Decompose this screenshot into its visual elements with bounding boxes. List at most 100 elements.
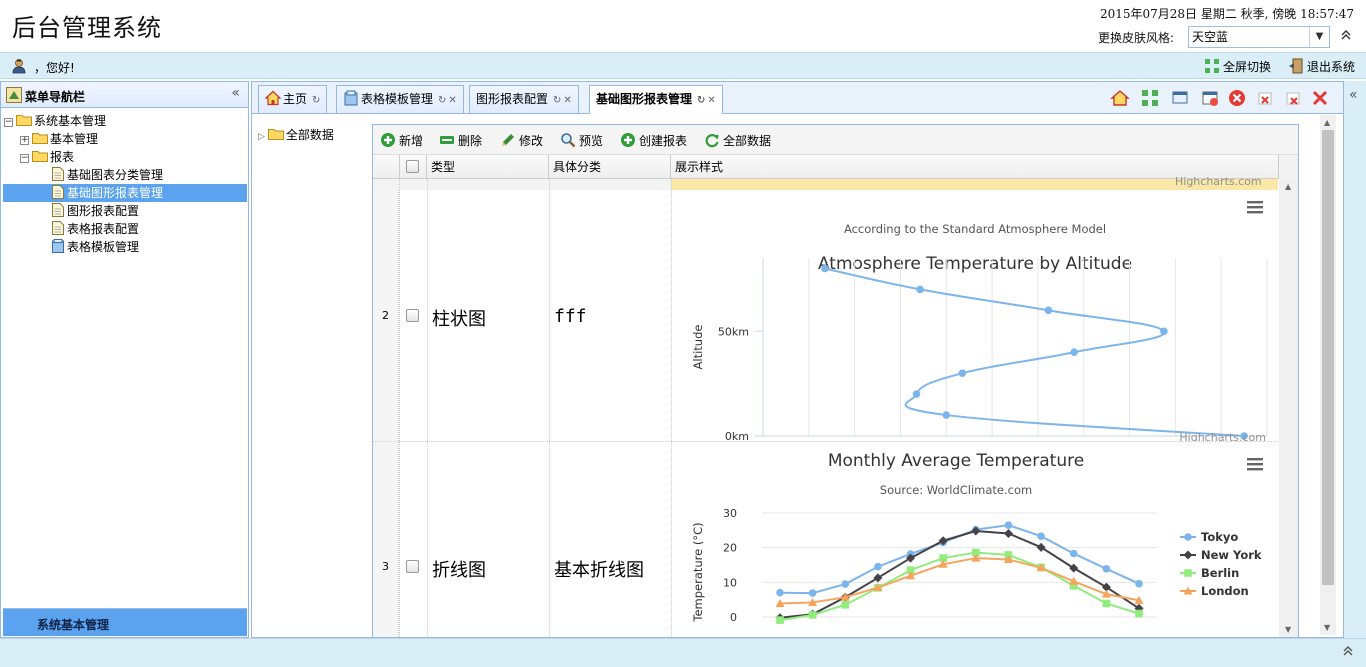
preview-button[interactable]: 预览 bbox=[560, 132, 603, 149]
fullscreen-button[interactable]: 全屏切换 bbox=[1204, 58, 1271, 75]
tab-chart-config[interactable]: 图形报表配置 ↻ ✕ bbox=[469, 85, 579, 113]
close-all-icon[interactable] bbox=[1310, 88, 1330, 108]
logout-label: 退出系统 bbox=[1307, 60, 1356, 74]
refresh-icon[interactable]: ↻ bbox=[312, 95, 320, 106]
tree-item-system[interactable]: − 系统基本管理 bbox=[4, 112, 106, 130]
expand-arrow-icon[interactable]: ▷ bbox=[258, 132, 265, 142]
menu-icon bbox=[6, 87, 22, 103]
y-tick-label: 10 bbox=[723, 576, 737, 589]
chart-title: Atmosphere Temperature by Altitude bbox=[818, 254, 1132, 274]
chart-subtitle: According to the Standard Atmosphere Mod… bbox=[844, 222, 1106, 236]
row-number: 2 bbox=[373, 190, 399, 441]
y-tick-label: 30 bbox=[723, 507, 737, 520]
scroll-down-arrow-icon[interactable]: ▼ bbox=[1285, 625, 1291, 634]
expand-toggle-icon[interactable]: + bbox=[20, 136, 29, 145]
page-scrollbar[interactable]: ▲ ▼ bbox=[1320, 115, 1336, 635]
collapse-header-button[interactable] bbox=[1340, 29, 1352, 44]
hamburger-menu-icon bbox=[1247, 458, 1263, 461]
document-icon bbox=[52, 221, 64, 235]
legend-label: Berlin bbox=[1201, 566, 1239, 580]
scrollbar-thumb[interactable] bbox=[1322, 130, 1334, 585]
datetime-display: 2015年07月28日 星期二 秋季, 傍晚 18:57:47 bbox=[1099, 7, 1354, 21]
data-tree-root[interactable]: ▷ 全部数据 bbox=[258, 126, 334, 143]
collapse-right-icon[interactable]: « bbox=[1349, 87, 1358, 103]
tree-item-table-template[interactable]: 表格模板管理 bbox=[52, 238, 139, 256]
data-point bbox=[1003, 528, 1013, 538]
collapse-left-button[interactable]: « bbox=[231, 85, 240, 101]
refresh-icon[interactable]: ↻ bbox=[438, 95, 446, 106]
tree-item-label: 表格模板管理 bbox=[67, 240, 140, 254]
expand-up-icon[interactable] bbox=[1342, 645, 1354, 661]
grid-scrollbar[interactable]: ▲ ▼ bbox=[1279, 179, 1298, 637]
scroll-down-arrow-icon[interactable]: ▼ bbox=[1324, 623, 1330, 632]
edit-button[interactable]: 修改 bbox=[500, 132, 543, 149]
tab-label: 基础图形报表管理 bbox=[596, 92, 693, 106]
series-line bbox=[824, 267, 1245, 437]
row-checkbox[interactable] bbox=[406, 309, 419, 322]
folder-icon bbox=[267, 129, 284, 140]
data-point bbox=[808, 611, 817, 619]
tree-item-chart-category[interactable]: 基础图表分类管理 bbox=[52, 166, 163, 184]
refresh-icon[interactable]: ↻ bbox=[697, 95, 705, 106]
skin-select[interactable]: 天空蓝 ▼ bbox=[1188, 26, 1330, 48]
accordion-system-basic[interactable]: 系统基本管理 bbox=[3, 608, 247, 636]
pencil-icon bbox=[502, 134, 514, 146]
close-circle-icon[interactable] bbox=[1227, 88, 1247, 108]
grid-view-icon[interactable] bbox=[1140, 88, 1160, 108]
user-icon bbox=[12, 59, 26, 74]
tree-item-report[interactable]: − 报表 bbox=[20, 148, 74, 166]
delete-button[interactable]: 删除 bbox=[439, 132, 482, 149]
data-point bbox=[1102, 565, 1111, 573]
close-icon[interactable]: ✕ bbox=[707, 95, 715, 106]
select-all-checkbox[interactable] bbox=[406, 160, 419, 173]
data-point bbox=[1004, 521, 1013, 529]
folder-open-icon bbox=[16, 115, 32, 126]
highcharts-credit: Highcharts.com bbox=[1175, 175, 1262, 188]
header-category[interactable]: 具体分类 bbox=[549, 155, 671, 179]
tree-item-table-config[interactable]: 表格报表配置 bbox=[52, 220, 139, 238]
cell-type: 柱状图 bbox=[432, 309, 486, 330]
logout-button[interactable]: 退出系统 bbox=[1288, 58, 1355, 75]
collapse-toggle-icon[interactable]: − bbox=[20, 154, 29, 163]
header-type[interactable]: 类型 bbox=[427, 155, 549, 179]
refresh-icon[interactable]: ↻ bbox=[553, 95, 561, 106]
close-icon[interactable]: ✕ bbox=[448, 95, 456, 106]
header-rownum bbox=[373, 155, 400, 179]
chevron-down-icon[interactable]: ▼ bbox=[1309, 27, 1329, 47]
all-data-button[interactable]: 全部数据 bbox=[704, 132, 771, 149]
series-line bbox=[779, 557, 1140, 605]
tree-item-label: 图形报表配置 bbox=[67, 204, 140, 218]
right-collapse-strip[interactable]: « bbox=[1344, 81, 1366, 638]
tree-item-basic[interactable]: + 基本管理 bbox=[20, 130, 98, 148]
close-left-icon[interactable] bbox=[1255, 88, 1275, 108]
window-icon[interactable] bbox=[1170, 88, 1190, 108]
data-tree: ▷ 全部数据 bbox=[258, 126, 334, 143]
close-icon[interactable]: ✕ bbox=[563, 95, 571, 106]
tab-table-template[interactable]: 表格模板管理 ↻ ✕ bbox=[336, 85, 464, 113]
scroll-up-arrow-icon[interactable]: ▲ bbox=[1285, 182, 1291, 191]
scroll-up-arrow-icon[interactable]: ▲ bbox=[1324, 118, 1330, 127]
add-button[interactable]: 新增 bbox=[380, 132, 423, 149]
cell-type: 折线图 bbox=[432, 560, 486, 581]
data-point bbox=[1070, 348, 1078, 357]
collapse-toggle-icon[interactable]: − bbox=[4, 118, 13, 127]
hamburger-menu-icon bbox=[1247, 468, 1263, 471]
tree-item-chart-report[interactable]: 基础图形报表管理 bbox=[3, 184, 247, 202]
chevron-up-icon bbox=[1341, 30, 1351, 40]
create-report-button[interactable]: 创建报表 bbox=[620, 132, 687, 149]
tab-chart-report[interactable]: 基础图形报表管理 ↻ ✕ bbox=[589, 85, 723, 114]
tab-home[interactable]: 主页 ↻ bbox=[258, 85, 328, 113]
y-tick-label: 0km bbox=[725, 430, 749, 441]
tree-item-chart-config[interactable]: 图形报表配置 bbox=[52, 202, 139, 220]
home-icon[interactable] bbox=[1110, 88, 1130, 108]
grid-header: 类型 具体分类 展示样式 bbox=[373, 155, 1278, 179]
row-checkbox[interactable] bbox=[406, 560, 419, 573]
close-others-icon[interactable] bbox=[1200, 88, 1220, 108]
y-tick-label: 0 bbox=[730, 611, 737, 624]
data-point bbox=[1135, 579, 1143, 588]
data-point bbox=[916, 285, 924, 294]
document-icon bbox=[52, 167, 64, 181]
data-point bbox=[942, 411, 951, 419]
row-number: 3 bbox=[373, 442, 399, 637]
close-right-icon[interactable] bbox=[1283, 88, 1303, 108]
